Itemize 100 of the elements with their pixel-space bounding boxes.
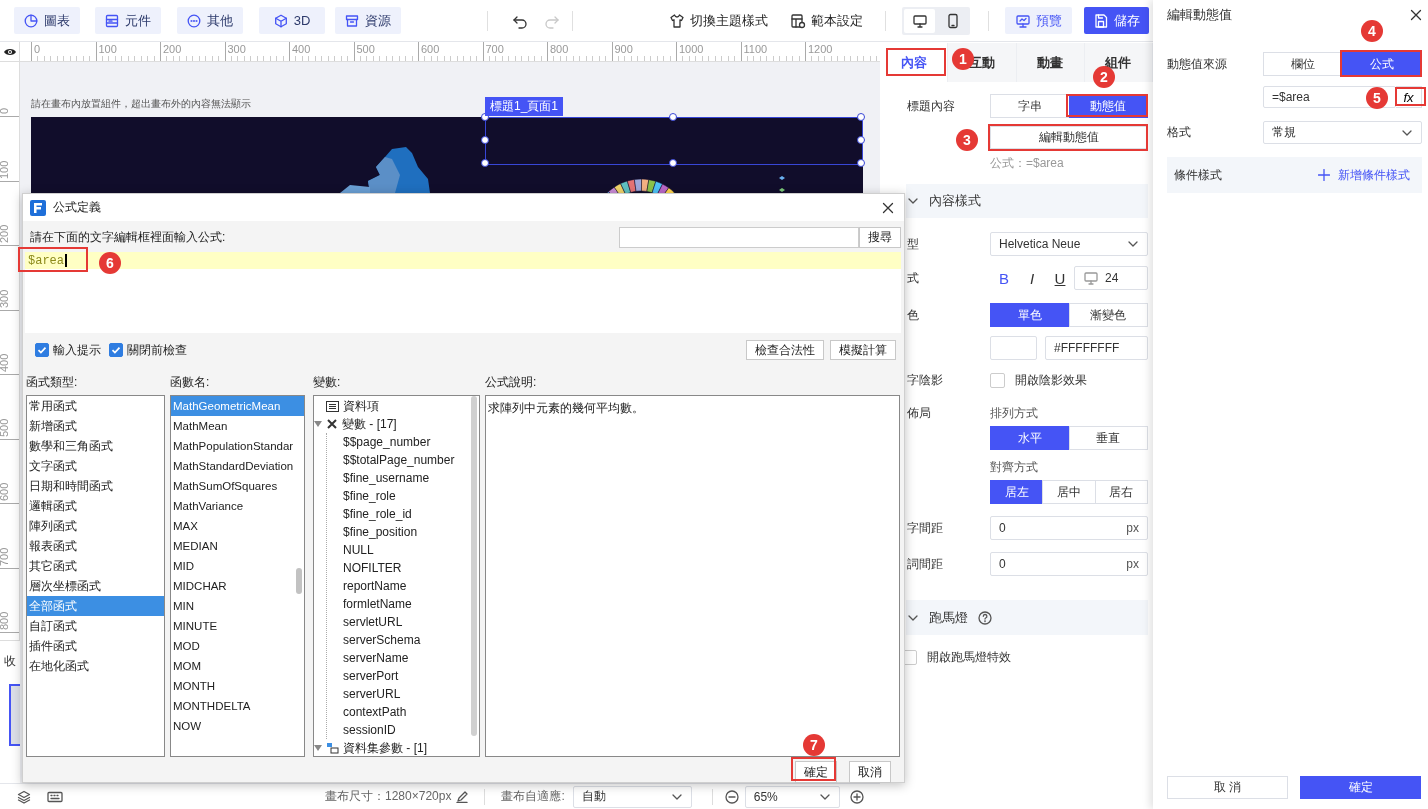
tree-item[interactable]: serverPort bbox=[343, 669, 399, 683]
zoom-select[interactable]: 65% bbox=[744, 785, 840, 808]
tree-item[interactable]: $fine_role_id bbox=[343, 507, 412, 521]
list-item[interactable]: MathPopulationStandar bbox=[171, 436, 304, 456]
tree-item[interactable]: serverName bbox=[343, 651, 409, 665]
list-item[interactable]: MEDIAN bbox=[171, 536, 304, 556]
resize-handle[interactable] bbox=[669, 159, 678, 168]
save-button[interactable]: 儲存 bbox=[1084, 7, 1149, 34]
text-style-button[interactable]: U bbox=[1046, 269, 1074, 287]
checkbox[interactable] bbox=[990, 373, 1005, 388]
align-toggle[interactable]: 居右 bbox=[1094, 480, 1148, 504]
arrange-toggle[interactable]: 垂直 bbox=[1068, 426, 1148, 450]
resize-handle[interactable] bbox=[481, 136, 490, 145]
tree-item[interactable]: $$totalPage_number bbox=[343, 453, 455, 467]
collapse-label[interactable]: 收 bbox=[0, 653, 16, 670]
font-size-field[interactable]: 24 bbox=[1074, 266, 1148, 290]
list-item[interactable]: 陣列函式 bbox=[27, 516, 164, 536]
search-button[interactable]: 搜尋 bbox=[859, 227, 901, 248]
list-item[interactable]: 插件函式 bbox=[27, 636, 164, 656]
list-item[interactable]: MINUTE bbox=[171, 616, 304, 636]
arrange-toggle[interactable]: 水平 bbox=[990, 426, 1070, 450]
list-item[interactable]: 其它函式 bbox=[27, 556, 164, 576]
insert-button[interactable]: 資源 bbox=[335, 7, 401, 34]
list-item[interactable]: MONTHDELTA bbox=[171, 696, 304, 716]
resize-handle[interactable] bbox=[857, 159, 866, 168]
insert-button[interactable]: 其他 bbox=[177, 7, 243, 34]
zoom-in-icon[interactable] bbox=[849, 789, 864, 804]
text-style-button[interactable]: B bbox=[990, 269, 1018, 287]
tree-item[interactable]: 資料項 bbox=[343, 397, 379, 415]
list-item[interactable]: 邏輯函式 bbox=[27, 496, 164, 516]
confirm-button[interactable]: 確定 bbox=[1300, 776, 1421, 799]
cancel-button[interactable]: 取 消 bbox=[1167, 776, 1288, 799]
list-item[interactable]: 在地化函式 bbox=[27, 656, 164, 676]
add-conditional-button[interactable]: 新增條件樣式 bbox=[1318, 166, 1410, 184]
tree-item[interactable]: $$page_number bbox=[343, 435, 431, 449]
tree-item[interactable]: serverURL bbox=[343, 687, 401, 701]
spacing-field[interactable]: 0 px bbox=[990, 552, 1148, 576]
text-style-button[interactable]: I bbox=[1018, 269, 1046, 287]
list-item[interactable]: MathSumOfSquares bbox=[171, 476, 304, 496]
scrollbar[interactable] bbox=[471, 396, 477, 736]
resize-handle[interactable] bbox=[857, 136, 866, 145]
list-item[interactable]: 數學和三角函式 bbox=[27, 436, 164, 456]
desktop-view-button[interactable] bbox=[904, 8, 935, 33]
list-item[interactable]: 層次坐標函式 bbox=[27, 576, 164, 596]
toolbar-button[interactable]: 範本設定 bbox=[790, 11, 863, 30]
toolbar-button[interactable]: 切換主題樣式 bbox=[669, 11, 768, 30]
list-item[interactable]: 日期和時間函式 bbox=[27, 476, 164, 496]
list-item[interactable]: 文字函式 bbox=[27, 456, 164, 476]
keyboard-icon[interactable] bbox=[47, 790, 63, 803]
align-toggle[interactable]: 居左 bbox=[990, 480, 1044, 504]
tree-item[interactable]: formletName bbox=[343, 597, 412, 611]
tool-button[interactable]: 檢查合法性 bbox=[746, 340, 824, 360]
dialog-button[interactable]: 取消 bbox=[849, 761, 891, 783]
tree-item[interactable]: sessionID bbox=[343, 723, 396, 737]
scrollbar[interactable] bbox=[296, 568, 302, 594]
close-icon[interactable] bbox=[882, 201, 894, 214]
list-item[interactable]: MathStandardDeviation bbox=[171, 456, 304, 476]
checkbox[interactable] bbox=[109, 343, 123, 357]
list-item[interactable]: NOW bbox=[171, 716, 304, 736]
insert-button[interactable]: 圖表 bbox=[14, 7, 80, 34]
checkbox[interactable] bbox=[35, 343, 49, 357]
tree-item[interactable]: 變數 - [17] bbox=[342, 415, 397, 433]
resize-handle[interactable] bbox=[481, 159, 490, 168]
color-mode-toggle[interactable]: 漸變色 bbox=[1068, 303, 1148, 327]
font-select[interactable]: Helvetica Neue bbox=[990, 232, 1148, 256]
tree-item[interactable]: $fine_role bbox=[343, 489, 396, 503]
tree-item[interactable]: $fine_position bbox=[343, 525, 418, 539]
zoom-out-icon[interactable] bbox=[724, 789, 739, 804]
fit-select[interactable]: 自動 bbox=[572, 785, 692, 808]
resize-handle[interactable] bbox=[857, 113, 866, 122]
search-field[interactable] bbox=[619, 227, 859, 248]
list-item[interactable]: MONTH bbox=[171, 676, 304, 696]
expand-arrow[interactable] bbox=[314, 743, 322, 753]
close-icon[interactable] bbox=[1410, 9, 1422, 21]
tree-item[interactable]: NOFILTER bbox=[343, 561, 402, 575]
tree-item[interactable]: serverSchema bbox=[343, 633, 421, 647]
list-item[interactable]: MOD bbox=[171, 636, 304, 656]
insert-button[interactable]: 3D bbox=[259, 7, 325, 34]
color-field[interactable]: #FFFFFFFF bbox=[1045, 336, 1148, 360]
list-item[interactable]: 新增函式 bbox=[27, 416, 164, 436]
layers-icon[interactable] bbox=[17, 789, 31, 804]
tree-item[interactable]: 資料集參數 - [1] bbox=[343, 739, 427, 756]
format-select[interactable]: 常規 bbox=[1263, 121, 1422, 144]
edit-dynamic-button[interactable]: 編輯動態值 bbox=[990, 126, 1148, 149]
preview-button[interactable]: 預覽 bbox=[1005, 7, 1072, 34]
tree-item[interactable]: contextPath bbox=[343, 705, 407, 719]
list-item[interactable]: MIDCHAR bbox=[171, 576, 304, 596]
list-item[interactable]: MID bbox=[171, 556, 304, 576]
color-swatch[interactable] bbox=[990, 336, 1037, 360]
list-item[interactable]: 自訂函式 bbox=[27, 616, 164, 636]
help-icon[interactable] bbox=[978, 610, 992, 625]
color-mode-toggle[interactable]: 單色 bbox=[990, 303, 1070, 327]
page-thumbnail[interactable] bbox=[9, 684, 20, 746]
pencil-icon[interactable] bbox=[456, 790, 469, 803]
tree-item[interactable]: reportName bbox=[343, 579, 407, 593]
list-item[interactable]: 常用函式 bbox=[27, 396, 164, 416]
spacing-field[interactable]: 0 px bbox=[990, 516, 1148, 540]
expand-arrow[interactable] bbox=[314, 419, 322, 429]
tree-item[interactable]: NULL bbox=[343, 543, 374, 557]
section-header[interactable]: 內容樣式 bbox=[906, 184, 1148, 218]
